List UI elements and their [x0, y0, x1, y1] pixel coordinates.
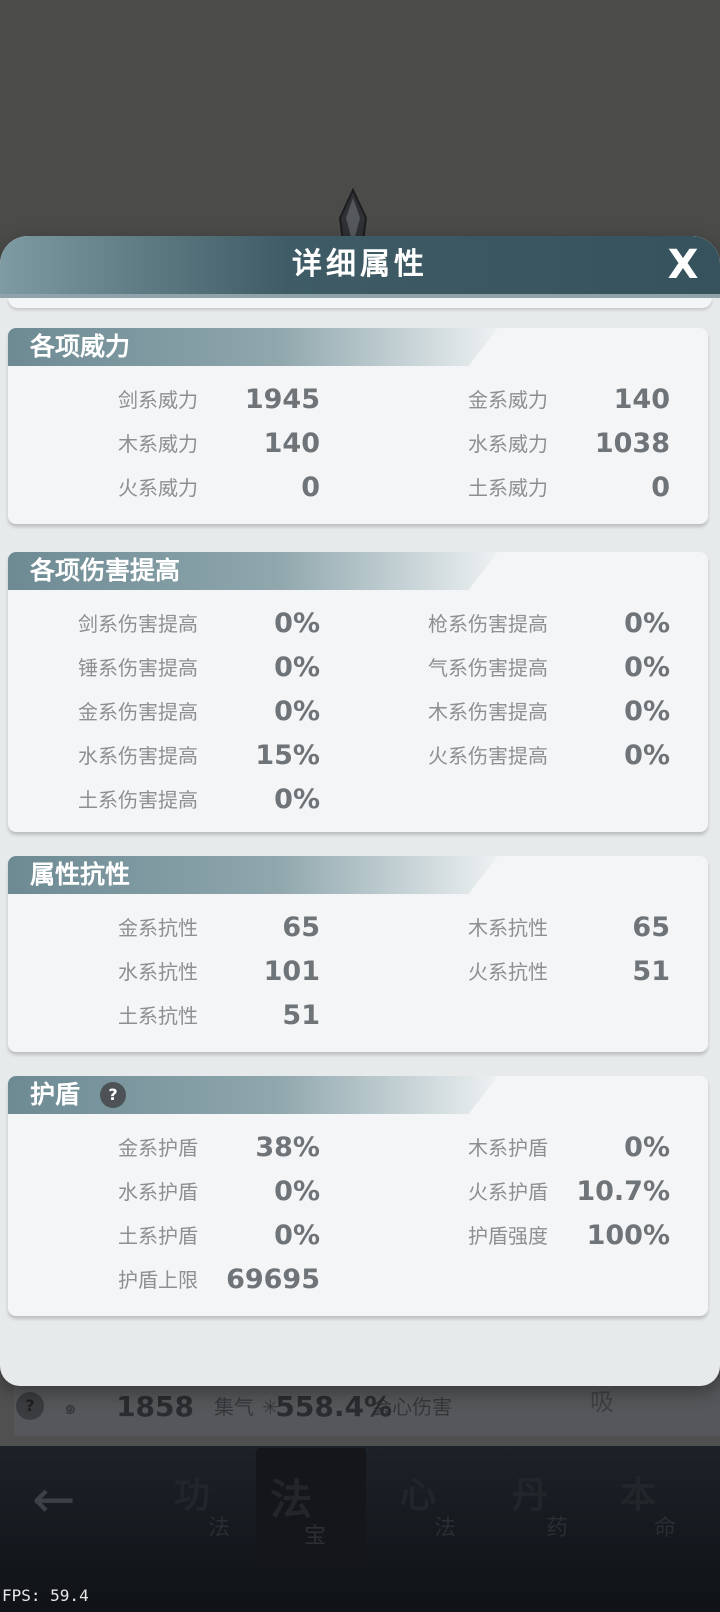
section-power: 各项威力 剑系威力 1945 木系威力 140 火系威力 0 金系威力 140 水系威力… [8, 328, 708, 524]
stat-label: 金系威力 [468, 388, 548, 412]
stat-label: 火系护盾 [468, 1180, 548, 1204]
stat-label: 金系护盾 [118, 1136, 198, 1160]
stat-value: 0% [274, 608, 320, 639]
nav-tab-benming[interactable]: 本 命 [606, 1466, 716, 1576]
stat-value: 0% [274, 696, 320, 727]
stat-value: 51 [632, 956, 670, 987]
stat-value: 100% [586, 1220, 670, 1251]
header-divider [8, 298, 712, 308]
stat-value: 1038 [594, 428, 670, 459]
close-button[interactable]: X [660, 242, 706, 288]
stat-label: 水系护盾 [118, 1180, 198, 1204]
crit-damage-stat: ✳ 会心伤害 558.4% [262, 1390, 452, 1423]
modal-title: 详细属性 [292, 247, 428, 282]
section-title-bar: 各项伤害提高 [8, 552, 498, 590]
section-title-bar: 护盾 ? [8, 1076, 498, 1114]
fps-counter: FPS: 59.4 [2, 1586, 89, 1605]
stat-label: 金系抗性 [118, 916, 198, 940]
stat-value: 0% [274, 784, 320, 815]
section-shield: 护盾 ? 金系护盾 38% 水系护盾 0% 土系护盾 0% 护盾上限 69695 木系护… [8, 1076, 708, 1316]
stat-value: 0% [624, 1132, 670, 1163]
back-arrow-icon[interactable]: ← [32, 1470, 76, 1530]
stat-value: 0 [651, 472, 670, 503]
stat-label: 火系威力 [118, 476, 198, 500]
stat-label: 锤系伤害提高 [78, 656, 198, 680]
stat-label: 木系伤害提高 [428, 700, 548, 724]
stat-label: 火系伤害提高 [428, 744, 548, 768]
section-title-bar: 各项威力 [8, 328, 498, 366]
stat-value: 0 [301, 472, 320, 503]
stat-label: 木系抗性 [468, 916, 548, 940]
nav-tab-fabao[interactable]: 法 宝 [256, 1448, 366, 1568]
stat-value: 0% [624, 608, 670, 639]
section-title: 属性抗性 [30, 860, 131, 889]
stat-value: 0% [274, 652, 320, 683]
detail-attributes-modal: 详细属性 X 各项威力 剑系威力 1945 木系威力 140 火系威力 0 金系威力 1… [0, 236, 720, 1386]
nav-tab-xinfa[interactable]: 心 法 [386, 1466, 496, 1576]
stat-value: 51 [282, 1000, 320, 1031]
stat-label: 剑系伤害提高 [78, 612, 198, 636]
stat-label: 土系伤害提高 [78, 788, 198, 812]
stat-value: 0% [274, 1220, 320, 1251]
stat-value: 0% [624, 740, 670, 771]
stat-label: 护盾上限 [118, 1268, 198, 1292]
section-resistance: 属性抗性 金系抗性 65 水系抗性 101 土系抗性 51 木系抗性 65 火系抗性 51 [8, 856, 708, 1052]
help-icon[interactable]: ? [16, 1392, 44, 1420]
stat-value: 69695 [226, 1264, 320, 1295]
help-icon[interactable]: ? [100, 1082, 126, 1108]
stat-value: 140 [263, 428, 320, 459]
charge-stat: ๑ 集气 1858 [64, 1390, 254, 1423]
section-title-bar: 属性抗性 [8, 856, 498, 894]
stat-value: 15% [255, 740, 320, 771]
stat-value: 38% [255, 1132, 320, 1163]
stat-value: 140 [613, 384, 670, 415]
stat-label: 土系抗性 [118, 1004, 198, 1028]
modal-header: 详细属性 X [0, 236, 720, 298]
stat-label: 护盾强度 [468, 1224, 548, 1248]
stat-label: 金系伤害提高 [78, 700, 198, 724]
stat-label: 土系护盾 [118, 1224, 198, 1248]
stat-label: 水系伤害提高 [78, 744, 198, 768]
absorb-text: 吸 [590, 1388, 614, 1416]
stat-label: 水系抗性 [118, 960, 198, 984]
stat-value: 101 [263, 956, 320, 987]
nav-tab-gongfa[interactable]: 功 法 [160, 1466, 270, 1576]
section-title: 各项威力 [30, 332, 131, 361]
section-damage-bonus: 各项伤害提高 剑系伤害提高 0% 锤系伤害提高 0% 金系伤害提高 0% 水系伤害提高… [8, 552, 708, 832]
stat-label: 气系伤害提高 [428, 656, 548, 680]
section-title: 各项伤害提高 [30, 556, 181, 585]
stat-value: 0% [624, 696, 670, 727]
stat-label: 枪系伤害提高 [428, 612, 548, 636]
stat-value: 0% [624, 652, 670, 683]
stat-label: 土系威力 [468, 476, 548, 500]
stat-value: 65 [632, 912, 670, 943]
stat-label: 水系威力 [468, 432, 548, 456]
stat-label: 剑系威力 [118, 388, 198, 412]
stat-value: 10.7% [576, 1176, 670, 1207]
stat-value: 1945 [244, 384, 320, 415]
nav-tab-danyao[interactable]: 丹 药 [498, 1466, 608, 1576]
stat-label: 火系抗性 [468, 960, 548, 984]
stat-value: 65 [282, 912, 320, 943]
section-title: 护盾 [30, 1080, 81, 1109]
stat-value: 0% [274, 1176, 320, 1207]
stat-label: 木系护盾 [468, 1136, 548, 1160]
stat-label: 木系威力 [118, 432, 198, 456]
